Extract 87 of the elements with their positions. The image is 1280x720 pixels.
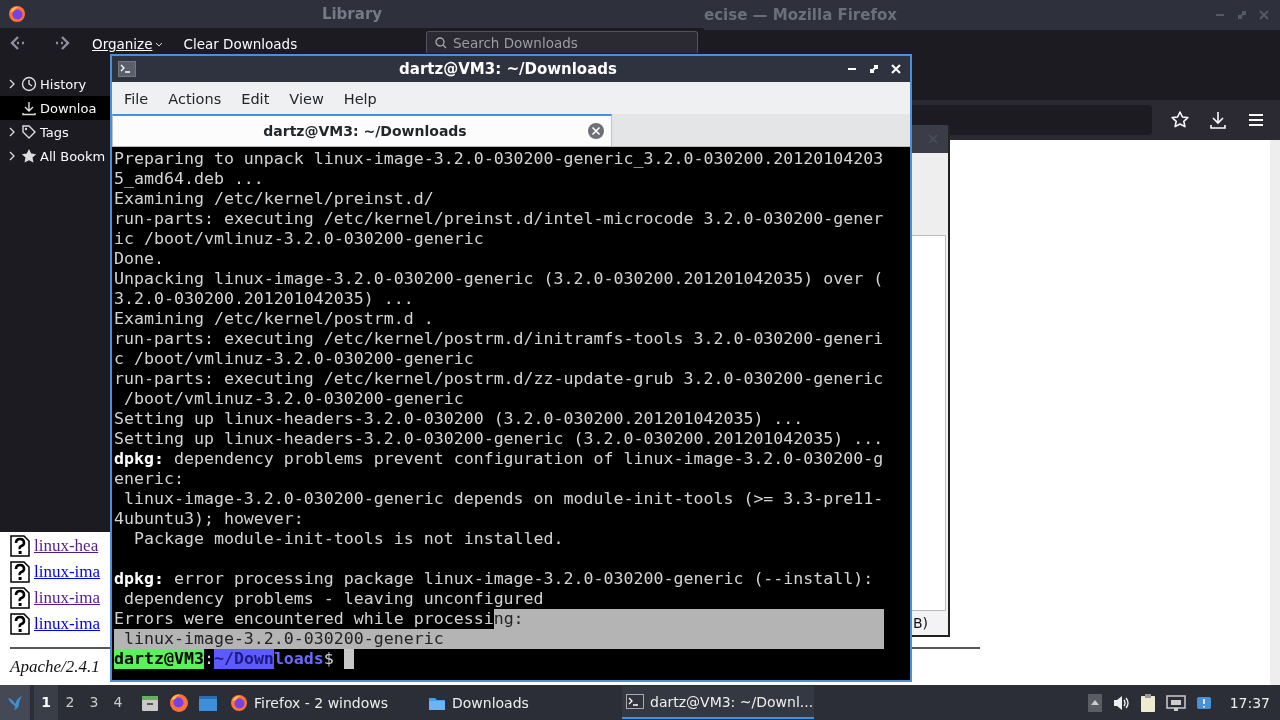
taskbar-button[interactable]: Firefox - 2 windows (226, 686, 418, 719)
unknown-file-icon (10, 561, 30, 583)
terminal-line: dependency problems - leaving unconfigured (123, 589, 545, 609)
unknown-file-icon (10, 587, 30, 609)
clipboard-icon[interactable] (1139, 692, 1156, 713)
clock: 17:37 (1229, 694, 1270, 711)
terminal-line: Examining /etc/kernel/preinst.d/ (114, 189, 435, 209)
terminal-line: run-parts: executing /etc/kernel/preinst.d/intel-microcode 3.2.0-030200-gener (114, 209, 884, 229)
terminal-line: Done. (114, 249, 165, 269)
firefox-icon[interactable] (169, 692, 189, 713)
server-signature: Apache/2.4.1 (10, 657, 100, 678)
terminal-line: Unpacking linux-image-3.2.0-030200-generic (3.2.0-030200.201201042035) over ( (114, 269, 884, 289)
menu-item[interactable]: Help (333, 91, 387, 107)
terminal-line: c /boot/vmlinuz-3.2.0-030200-generic (114, 349, 475, 369)
terminal-line: dpkg: dependency problems prevent configuration of linux-image-3.2.0-030200-g (114, 449, 884, 469)
workspace-button[interactable]: 4 (106, 685, 130, 720)
unknown-file-icon (10, 535, 30, 557)
scrollbar[interactable] (1270, 140, 1280, 685)
terminal-line: /boot/vmlinuz-3.2.0-030200-generic (123, 389, 465, 409)
search-field[interactable]: Search Downloads (426, 31, 698, 53)
terminal-line: 3.2.0-030200.201201042035) ... (114, 289, 415, 309)
prompt-user: dartz@VM3 (114, 649, 204, 669)
status-text: B) (912, 615, 928, 631)
taskbar-button[interactable]: dartz@VM3: ~/Downl... (622, 686, 814, 719)
firefox-icon (230, 693, 248, 712)
maximize-icon[interactable] (868, 63, 880, 75)
chevron-right-icon[interactable] (8, 127, 16, 137)
terminal-line: Setting up linux-headers-3.2.0-030200-generic (3.2.0-030200.201201042035) ... (114, 429, 884, 449)
terminal-line: Preparing to unpack linux-image-3.2.0-030200-generic_3.2.0-030200.20120104203 (114, 149, 884, 169)
chevron-down-icon (155, 41, 164, 48)
sidebar-item[interactable]: All Bookm (0, 144, 110, 168)
unknown-file-icon (10, 613, 30, 635)
clock-icon (21, 76, 37, 92)
terminal-line: 4ubuntu3); however: (114, 509, 305, 529)
file-link[interactable]: linux-ima (34, 588, 101, 608)
terminal-line: run-parts: executing /etc/kernel/postrm.d/initramfs-tools 3.2.0-030200-generi (114, 329, 884, 349)
sidebar-item[interactable]: Downloa (0, 96, 110, 120)
star-icon[interactable] (1170, 110, 1190, 130)
workspace-button[interactable]: 3 (82, 685, 106, 720)
terminal-line: linux-image-3.2.0-030200-generic depends on module-init-tools (>= 3.3-pre11- (123, 489, 884, 509)
terminal-line: eneric: (114, 469, 185, 489)
terminal-icon (118, 61, 136, 77)
prompt-path: loads (273, 649, 324, 669)
terminal-text: $ (323, 649, 334, 669)
tag-icon (21, 124, 37, 140)
chevron-right-icon[interactable] (8, 151, 16, 161)
selected-terminal-text: linux-image-3.2.0-030200-generic (114, 629, 444, 649)
file-link[interactable]: linux-hea (34, 536, 99, 556)
window-title: Library (320, 5, 384, 23)
speaker-icon[interactable] (1111, 693, 1130, 712)
terminal-line: Setting up linux-headers-3.2.0-030200 (3.2.0-030200.201201042035) ... (114, 409, 805, 429)
clear-downloads-button[interactable]: Clear Downloads (179, 36, 302, 53)
terminal-line: dpkg: error processing package linux-image-3.2.0-030200-generic (--install): (114, 569, 875, 589)
download-icon[interactable] (1208, 110, 1228, 130)
file-link[interactable]: linux-ima (34, 614, 101, 634)
download-icon (21, 100, 37, 116)
terminal-line: Package module-init-tools is not installed. (132, 529, 565, 549)
organize-menu[interactable]: Organize (88, 36, 168, 53)
window-title: dartz@VM3: ~/Downloads (398, 60, 618, 78)
file-link[interactable]: linux-ima (34, 562, 101, 582)
bird-icon (6, 693, 24, 712)
terminal-text: Errors were encountered while processi (114, 609, 494, 629)
window-title: ecise — Mozilla Firefox (704, 6, 897, 24)
menu-item[interactable]: Edit (231, 91, 280, 107)
terminal-tab[interactable]: dartz@VM3: ~/Downloads (112, 114, 612, 146)
menu-item[interactable]: View (279, 91, 334, 107)
terminal-text: : (203, 649, 214, 669)
firefox-icon (8, 5, 26, 23)
selected-terminal-text: ng: (493, 609, 524, 629)
workspace-button[interactable]: 2 (58, 685, 82, 720)
sidebar-item[interactable]: Tags (0, 120, 110, 144)
network-icon[interactable] (1165, 693, 1186, 712)
terminal-line: 5_amd64.deb ... (114, 169, 265, 189)
terminal-icon (626, 692, 644, 711)
selected-prompt-path: ~/Down (213, 649, 274, 669)
chevron-right-icon[interactable] (8, 79, 16, 89)
workspace-button[interactable]: 1 (34, 685, 58, 720)
search-icon (435, 37, 447, 49)
terminal-line: ic /boot/vmlinuz-3.2.0-030200-generic (114, 229, 485, 249)
start-menu-button[interactable] (0, 685, 30, 720)
menu-item[interactable]: File (114, 91, 159, 107)
star-icon (21, 148, 37, 164)
sidebar-item[interactable]: History (0, 72, 110, 96)
terminal-line: run-parts: executing /etc/kernel/postrm.d/zz-update-grub 3.2.0-030200-generic (114, 369, 884, 389)
terminal-line: Examining /etc/kernel/postrm.d . (114, 309, 435, 329)
taskbar-button[interactable]: Downloads (424, 686, 616, 719)
menu-item[interactable]: Actions (158, 91, 232, 107)
